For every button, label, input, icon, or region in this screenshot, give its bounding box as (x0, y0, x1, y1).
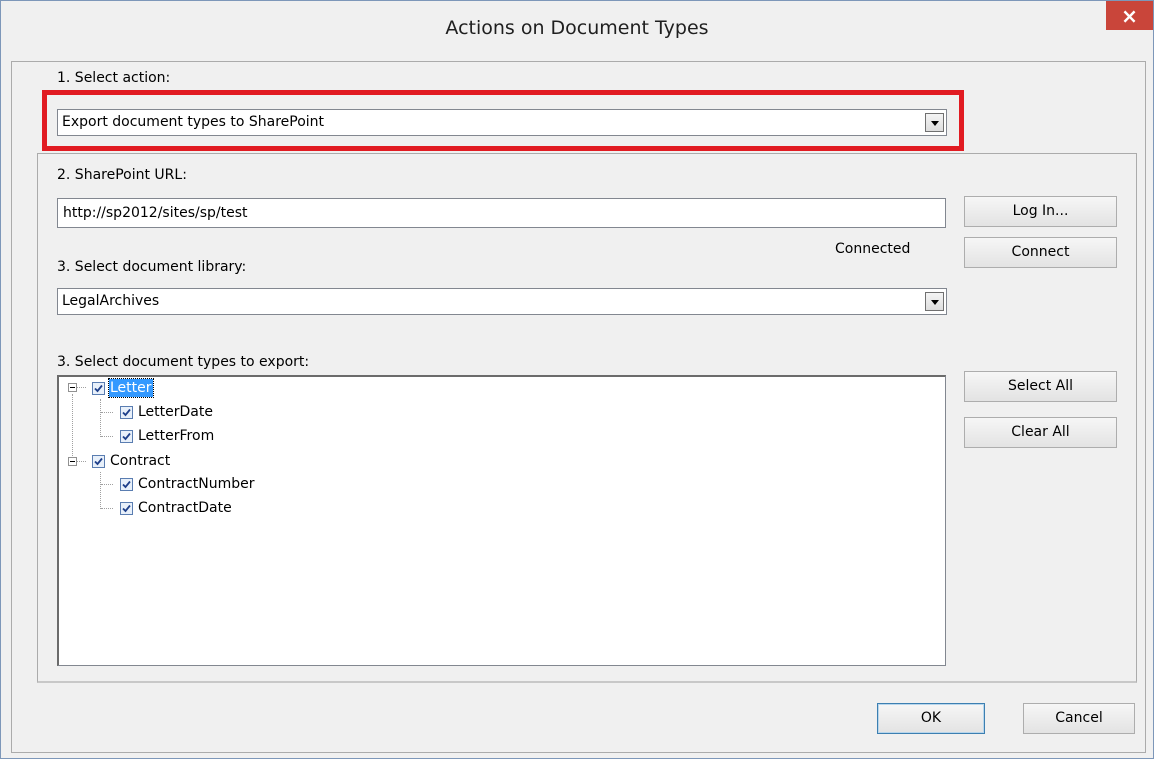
tree-node-label: Letter (108, 378, 154, 398)
document-library-dropdown[interactable]: LegalArchives (57, 288, 947, 315)
tree-connector (72, 394, 73, 460)
document-types-tree[interactable]: Letter LetterDate LetterFrom Contract Co… (57, 375, 946, 666)
checkbox-checked-icon[interactable] (92, 454, 105, 468)
log-in-button[interactable]: Log In... (964, 196, 1117, 227)
close-button[interactable]: × (1106, 1, 1153, 30)
select-all-button[interactable]: Select All (964, 371, 1117, 402)
tree-connector (101, 484, 113, 485)
clear-all-button[interactable]: Clear All (964, 417, 1117, 448)
dialog-window: Actions on Document Types × 1. Select ac… (0, 0, 1154, 759)
tree-connector (101, 436, 113, 437)
title-bar: Actions on Document Types × (1, 1, 1153, 61)
document-library-value: LegalArchives (62, 293, 160, 309)
checkbox-checked-icon[interactable] (120, 429, 133, 443)
tree-node-contract[interactable]: Contract (92, 450, 171, 472)
tree-node-label: LetterFrom (138, 428, 215, 444)
checkbox-checked-icon[interactable] (120, 501, 133, 515)
tree-node-contractnumber[interactable]: ContractNumber (120, 473, 255, 495)
tree-node-label: LetterDate (138, 404, 213, 420)
dropdown-arrow-icon[interactable] (925, 113, 944, 132)
document-library-label: 3. Select document library: (57, 259, 247, 275)
tree-connector (100, 472, 101, 509)
select-action-label: 1. Select action: (57, 70, 171, 86)
tree-node-letterdate[interactable]: LetterDate (120, 401, 214, 423)
tree-node-letterfrom[interactable]: LetterFrom (120, 425, 215, 447)
tree-collapse-icon[interactable] (68, 457, 77, 466)
ok-button[interactable]: OK (877, 703, 985, 734)
dropdown-arrow-icon[interactable] (925, 292, 944, 311)
sharepoint-url-label: 2. SharePoint URL: (57, 167, 187, 183)
tree-node-contractdate[interactable]: ContractDate (120, 497, 233, 519)
connection-status: Connected (835, 241, 911, 257)
connect-button[interactable]: Connect (964, 237, 1117, 268)
window-title: Actions on Document Types (445, 17, 709, 39)
tree-node-label: ContractNumber (138, 476, 255, 492)
tree-connector (101, 412, 113, 413)
action-dropdown-value: Export document types to SharePoint (62, 114, 325, 130)
document-types-label: 3. Select document types to export: (57, 354, 310, 370)
tree-connector (77, 387, 86, 388)
sharepoint-url-input[interactable]: http://sp2012/sites/sp/test (57, 198, 946, 228)
sharepoint-url-value: http://sp2012/sites/sp/test (63, 205, 248, 221)
tree-node-letter[interactable]: Letter (92, 377, 154, 399)
checkbox-checked-icon[interactable] (120, 477, 133, 491)
cancel-button[interactable]: Cancel (1023, 703, 1135, 734)
action-dropdown[interactable]: Export document types to SharePoint (57, 109, 947, 136)
close-icon: × (1121, 3, 1138, 28)
checkbox-checked-icon[interactable] (120, 405, 133, 419)
tree-connector (100, 399, 101, 437)
tree-collapse-icon[interactable] (68, 383, 77, 392)
checkbox-checked-icon[interactable] (92, 381, 105, 395)
tree-connector (101, 508, 113, 509)
tree-node-label: Contract (110, 453, 171, 469)
tree-node-label: ContractDate (138, 500, 232, 516)
tree-connector (77, 461, 86, 462)
